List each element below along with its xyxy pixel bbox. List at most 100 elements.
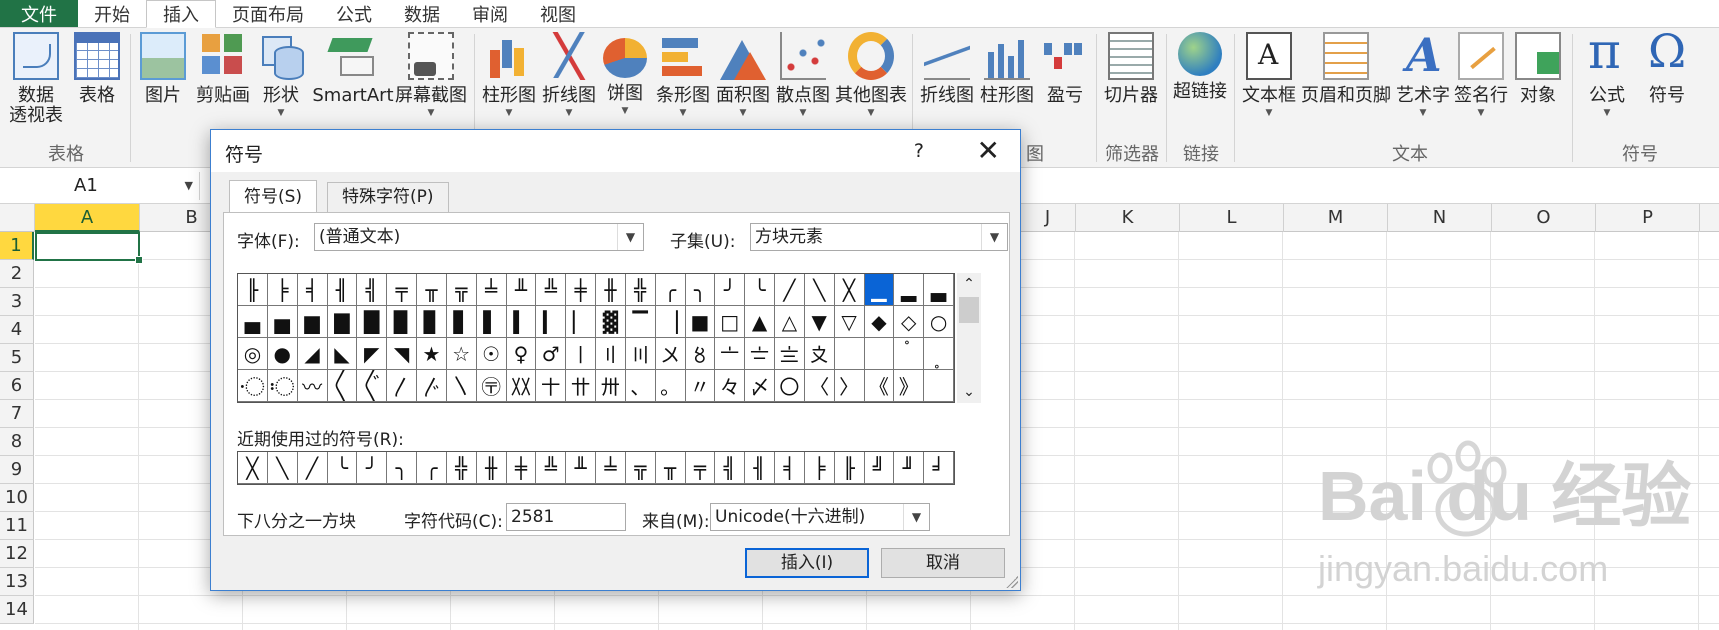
symbol-cell[interactable]: 〰 xyxy=(297,370,328,402)
resize-grip-icon[interactable] xyxy=(1006,576,1018,588)
symbol-cell[interactable]: ╩ xyxy=(536,274,567,306)
area-chart-button[interactable]: 面积图 ▼ xyxy=(714,32,772,136)
recent-symbol-cell[interactable]: ╝ xyxy=(864,452,895,484)
recent-symbol-cell[interactable]: ╲ xyxy=(267,452,298,484)
recent-symbol-cell[interactable]: ╪ xyxy=(506,452,537,484)
chevron-down-icon[interactable]: ▼ xyxy=(903,504,929,530)
pie-chart-button[interactable]: 饼图 ▼ xyxy=(602,32,648,136)
symbol-button[interactable]: 符号 xyxy=(1642,24,1692,136)
smartart-button[interactable]: SmartArt xyxy=(310,32,396,136)
chevron-down-icon[interactable]: ▼ xyxy=(981,224,1007,250)
hyperlink-button[interactable]: 超链接 xyxy=(1170,32,1230,136)
symbol-cell[interactable]: ◤ xyxy=(357,338,388,370)
font-select[interactable]: (普通文本) ▼ xyxy=(314,223,644,251)
tab-file[interactable]: 文件 xyxy=(0,0,78,27)
tab-home[interactable]: 开始 xyxy=(78,0,146,27)
column-header-l[interactable]: L xyxy=(1180,204,1284,232)
dialog-title-bar[interactable]: 符号 ? ✕ xyxy=(211,130,1020,172)
symbol-cell[interactable]: △ xyxy=(775,306,805,338)
help-icon[interactable]: ? xyxy=(914,140,924,162)
symbol-cell[interactable]: 〆 xyxy=(745,370,775,402)
select-all-corner[interactable] xyxy=(0,204,35,232)
active-cell-a1[interactable] xyxy=(35,232,143,264)
symbol-cell[interactable]: 〉 xyxy=(834,370,865,402)
symbol-cell[interactable]: ╞ xyxy=(267,274,298,306)
scrollbar-thumb[interactable] xyxy=(959,297,979,323)
symbol-cell[interactable]: 〯 xyxy=(267,370,298,402)
symbol-cell[interactable]: 〦 xyxy=(715,338,746,370)
tab-symbols[interactable]: 符号(S) xyxy=(229,180,318,212)
line-chart-button[interactable]: 折线图 ▼ xyxy=(540,32,598,136)
row-header[interactable]: 7 xyxy=(0,400,34,428)
symbol-cell[interactable]: ╮ xyxy=(685,274,716,306)
symbol-cell[interactable]: ◥ xyxy=(387,338,417,370)
symbol-cell[interactable]: ╳ xyxy=(834,274,865,306)
recent-symbol-cell[interactable]: ╦ xyxy=(625,452,656,484)
symbol-cell[interactable]: ╨ xyxy=(506,274,537,306)
subset-select[interactable]: 方块元素 ▼ xyxy=(750,223,1008,251)
row-header[interactable]: 3 xyxy=(0,288,34,316)
symbol-cell[interactable]: ● xyxy=(267,338,298,370)
symbol-cell[interactable]: ◇ xyxy=(894,306,925,338)
symbol-cell[interactable]: 〵 xyxy=(446,370,477,402)
symbol-cell[interactable]: ○ xyxy=(924,306,954,338)
recent-symbol-cell[interactable]: ╡ xyxy=(775,452,805,484)
column-chart-button[interactable]: 柱形图 ▼ xyxy=(480,32,538,136)
header-footer-button[interactable]: 页眉和页脚 xyxy=(1300,32,1392,136)
symbol-cell[interactable]: ▼ xyxy=(804,306,835,338)
row-header[interactable]: 12 xyxy=(0,540,34,568)
wordart-button[interactable]: 艺术字 ▼ xyxy=(1394,28,1452,136)
symbol-cell[interactable]: 〹 xyxy=(566,370,596,402)
symbol-cell[interactable]: ▌ xyxy=(476,306,507,338)
recent-symbol-cell[interactable]: ╛ xyxy=(924,452,954,484)
textbox-button[interactable]: 文本框 ▼ xyxy=(1240,32,1298,136)
recent-symbol-cell[interactable]: ╣ xyxy=(715,452,746,484)
symbol-cell[interactable]: ■ xyxy=(685,306,716,338)
symbol-cell[interactable]: 〱 xyxy=(327,370,358,402)
column-header-j[interactable]: J xyxy=(1020,204,1076,232)
recent-symbol-cell[interactable]: ╜ xyxy=(894,452,925,484)
symbol-cell[interactable]: ╭ xyxy=(655,274,686,306)
symbol-cell[interactable]: 〈 xyxy=(804,370,835,402)
symbol-cell[interactable]: ◎ xyxy=(238,338,268,370)
symbol-cell[interactable]: 〭 xyxy=(924,338,954,370)
symbol-cell[interactable]: 》 xyxy=(894,370,925,402)
symbol-cell[interactable]: ▽ xyxy=(834,306,865,338)
symbol-cell[interactable]: ▅ xyxy=(267,306,298,338)
chevron-down-icon[interactable]: ▼ xyxy=(185,172,193,200)
sparkline-line-button[interactable]: 折线图 xyxy=(918,32,976,136)
symbol-cell[interactable]: ▆ xyxy=(297,306,328,338)
column-header-k[interactable]: K xyxy=(1076,204,1180,232)
symbol-cell[interactable]: ▊ xyxy=(417,306,447,338)
symbol-cell[interactable]: ▍ xyxy=(506,306,537,338)
symbol-cell[interactable]: ╤ xyxy=(387,274,417,306)
tab-insert[interactable]: 插入 xyxy=(146,0,216,28)
symbol-cell[interactable]: 〩 xyxy=(804,338,835,370)
clipart-button[interactable]: 剪贴画 xyxy=(194,32,252,136)
symbol-cell[interactable]: 〤 xyxy=(655,338,686,370)
row-header[interactable]: 11 xyxy=(0,512,34,540)
bar-chart-button[interactable]: 条形图 ▼ xyxy=(654,32,712,136)
recent-symbol-cell[interactable]: ╧ xyxy=(596,452,626,484)
row-header[interactable]: 8 xyxy=(0,428,34,456)
recent-symbol-cell[interactable]: ╬ xyxy=(446,452,477,484)
symbol-cell[interactable]: ▂ xyxy=(894,274,925,306)
symbol-cell[interactable]: ▉ xyxy=(387,306,417,338)
symbol-cell[interactable]: ▏ xyxy=(566,306,596,338)
recent-symbol-cell[interactable]: ╥ xyxy=(655,452,686,484)
symbol-cell[interactable]: █ xyxy=(357,306,388,338)
symbol-cell[interactable]: ╯ xyxy=(715,274,746,306)
symbol-cell[interactable]: ▁ xyxy=(864,274,895,306)
other-charts-button[interactable]: 其他图表 ▼ xyxy=(834,32,908,136)
recent-symbol-cell[interactable]: ╯ xyxy=(357,452,388,484)
symbol-cell[interactable]: ☉ xyxy=(476,338,507,370)
symbol-grid-scrollbar[interactable]: ⌃ ⌄ xyxy=(957,273,981,403)
tab-review[interactable]: 审阅 xyxy=(456,0,524,27)
recent-symbol-cell[interactable]: ╭ xyxy=(417,452,447,484)
sparkline-winloss-button[interactable]: 盈亏 xyxy=(1040,32,1090,136)
row-header[interactable]: 2 xyxy=(0,260,34,288)
symbol-cell[interactable]: ▲ xyxy=(745,306,775,338)
row-header[interactable]: 10 xyxy=(0,484,34,512)
symbol-cell[interactable]: ▃ xyxy=(924,274,954,306)
chevron-down-icon[interactable]: ▼ xyxy=(617,224,643,250)
